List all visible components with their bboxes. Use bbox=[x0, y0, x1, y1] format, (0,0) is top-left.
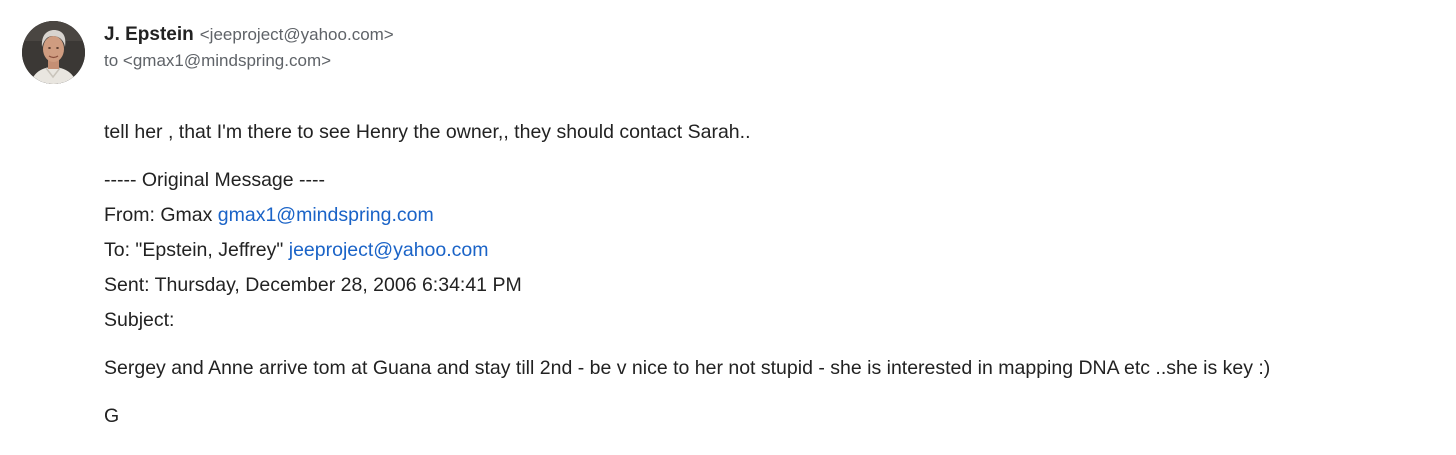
original-message-header: ----- Original Message ---- bbox=[104, 169, 326, 191]
original-message-body: Sergey and Anne arrive tom at Guana and … bbox=[104, 357, 1271, 379]
original-to-line: To: "Epstein, Jeffrey" jeeproject@yahoo.… bbox=[104, 237, 488, 263]
recipient-line[interactable]: to <gmax1@mindspring.com> bbox=[104, 49, 331, 73]
original-sent-line: Sent: Thursday, December 28, 2006 6:34:4… bbox=[104, 274, 522, 296]
original-to-label: To: "Epstein, Jeffrey" bbox=[104, 239, 284, 261]
original-from-email-link[interactable]: gmax1@mindspring.com bbox=[218, 204, 434, 226]
original-from-line: From: Gmax gmax1@mindspring.com bbox=[104, 202, 434, 228]
sender-line: J. Epstein <jeeproject@yahoo.com> bbox=[104, 23, 394, 48]
original-subject-line: Subject: bbox=[104, 309, 175, 331]
original-signature: G bbox=[104, 405, 120, 427]
original-to-email-link[interactable]: jeeproject@yahoo.com bbox=[289, 239, 489, 261]
sender-email[interactable]: <jeeproject@yahoo.com> bbox=[200, 25, 394, 44]
avatar-image bbox=[22, 21, 85, 84]
sender-avatar[interactable] bbox=[22, 21, 85, 84]
original-from-label: From: Gmax bbox=[104, 204, 213, 226]
sender-name[interactable]: J. Epstein bbox=[104, 24, 194, 45]
reply-text: tell her , that I'm there to see Henry t… bbox=[104, 121, 751, 143]
